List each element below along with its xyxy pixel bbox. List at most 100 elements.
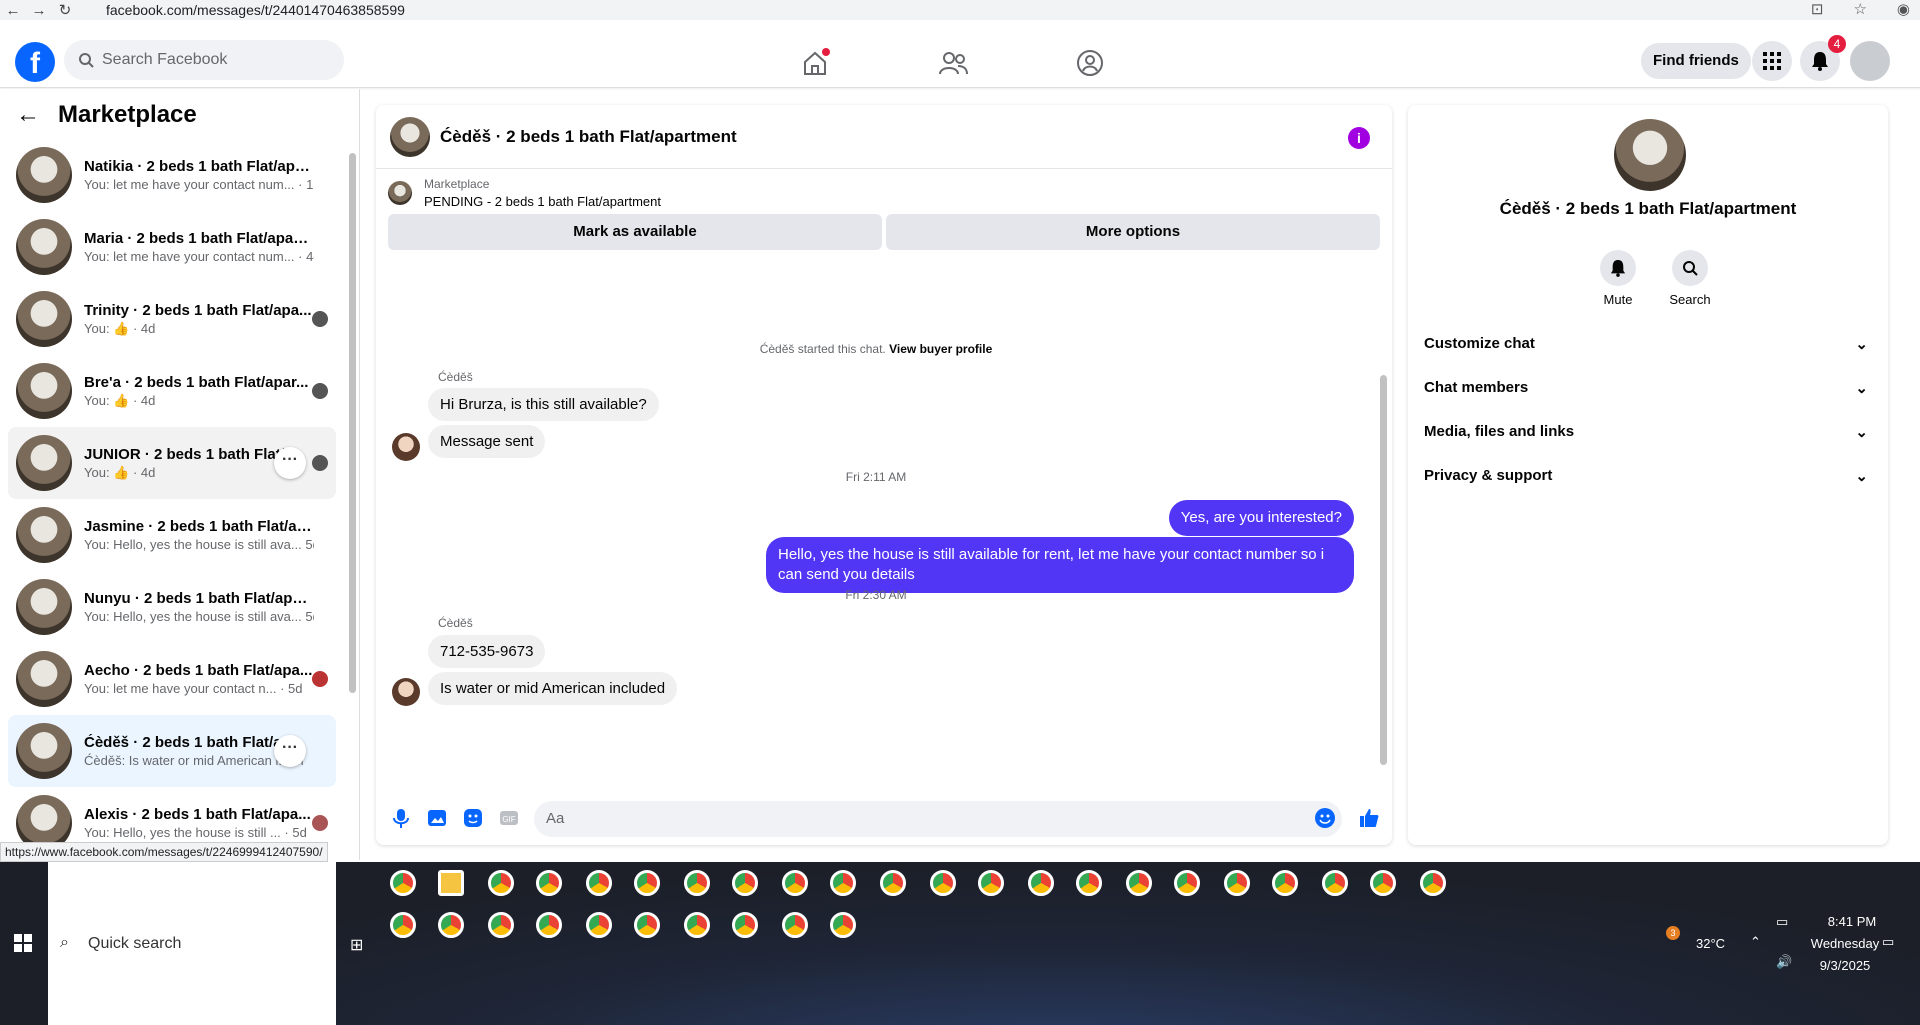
chrome-icon[interactable]: [830, 912, 856, 938]
chrome-icon[interactable]: [684, 870, 710, 896]
windows-start-icon[interactable]: [14, 934, 32, 952]
clock-day[interactable]: Wednesday: [1800, 936, 1890, 951]
groups-icon[interactable]: [1075, 48, 1105, 78]
chrome-icon[interactable]: [536, 912, 562, 938]
menu-grid-icon[interactable]: [1752, 41, 1792, 81]
back-arrow-icon[interactable]: ←: [16, 101, 40, 129]
chat-members-section[interactable]: Chat members ⌄: [1424, 379, 1868, 397]
chrome-icon[interactable]: [634, 912, 660, 938]
chrome-icon[interactable]: [1420, 870, 1446, 896]
temperature[interactable]: 32°C: [1696, 936, 1725, 951]
friends-icon[interactable]: [938, 48, 968, 78]
conversation-item[interactable]: Natikia · 2 beds 1 bath Flat/apar... You:…: [8, 139, 336, 211]
gif-icon[interactable]: GIF: [498, 807, 520, 829]
chrome-icon[interactable]: [488, 912, 514, 938]
chrome-icon[interactable]: [1174, 870, 1200, 896]
chrome-icon[interactable]: [536, 870, 562, 896]
sidebar-scrollbar[interactable]: [349, 153, 356, 693]
chrome-icon[interactable]: [732, 870, 758, 896]
notification-center-icon[interactable]: ▭: [1882, 934, 1894, 950]
customize-chat-section[interactable]: Customize chat ⌄: [1424, 335, 1868, 353]
profile-icon[interactable]: ◉: [1897, 0, 1910, 18]
account-avatar[interactable]: [1850, 41, 1890, 81]
chrome-icon[interactable]: [782, 912, 808, 938]
conversation-item[interactable]: Aecho · 2 beds 1 bath Flat/apa... You: le…: [8, 643, 336, 715]
home-icon[interactable]: [800, 48, 830, 78]
chat-header: Ćèděš · 2 beds 1 bath Flat/apartment i: [376, 105, 1392, 169]
sender-avatar[interactable]: [392, 433, 420, 461]
emoji-icon[interactable]: [1314, 807, 1336, 829]
chat-scrollbar[interactable]: [1380, 375, 1387, 765]
reload-icon[interactable]: ↻: [52, 1, 78, 19]
more-options-icon[interactable]: ···: [274, 447, 306, 479]
chrome-icon[interactable]: [1272, 870, 1298, 896]
chrome-icon[interactable]: [1126, 870, 1152, 896]
chat-title[interactable]: Ćèděš · 2 beds 1 bath Flat/apartment: [440, 127, 737, 147]
message-input[interactable]: Aa: [534, 801, 1342, 837]
chrome-icon[interactable]: [978, 870, 1004, 896]
media-files-links-section[interactable]: Media, files and links ⌄: [1424, 423, 1868, 441]
forward-icon[interactable]: →: [26, 2, 52, 19]
clock-time[interactable]: 8:41 PM: [1812, 914, 1892, 929]
conversation-item[interactable]: JUNIOR · 2 beds 1 bath Flat/a... You: 👍 ·…: [8, 427, 336, 499]
mark-available-button[interactable]: Mark as available: [388, 214, 882, 250]
chrome-icon[interactable]: [586, 870, 612, 896]
network-icon[interactable]: ▭: [1776, 914, 1788, 930]
sender-avatar[interactable]: [392, 678, 420, 706]
mute-button[interactable]: Mute: [1588, 250, 1648, 307]
chrome-icon[interactable]: [830, 870, 856, 896]
chrome-icon[interactable]: [1224, 870, 1250, 896]
notifications-button[interactable]: 4: [1800, 35, 1846, 81]
chrome-icon[interactable]: [488, 870, 514, 896]
conversation-item[interactable]: Maria · 2 beds 1 bath Flat/apart... You: …: [8, 211, 336, 283]
chrome-icon[interactable]: [1370, 870, 1396, 896]
info-icon[interactable]: i: [1348, 127, 1370, 149]
conversation-preview: You: Hello, yes the house is still ava..…: [84, 609, 314, 624]
conversation-item[interactable]: Jasmine · 2 beds 1 bath Flat/apa... You: …: [8, 499, 336, 571]
find-friends-button[interactable]: Find friends: [1641, 43, 1751, 79]
more-options-icon[interactable]: ···: [274, 735, 306, 767]
volume-icon[interactable]: 🔊: [1776, 954, 1792, 970]
chrome-icon[interactable]: [782, 870, 808, 896]
facebook-logo[interactable]: f: [15, 42, 55, 82]
chrome-icon[interactable]: [634, 870, 660, 896]
search-input[interactable]: Search Facebook: [64, 40, 344, 80]
view-buyer-profile-link[interactable]: View buyer profile: [889, 342, 992, 356]
task-view-icon[interactable]: ⊞: [350, 935, 363, 955]
chrome-icon[interactable]: [1076, 870, 1102, 896]
clock-date[interactable]: 9/3/2025: [1800, 958, 1890, 973]
listing-thumbnail: [16, 147, 72, 203]
install-icon[interactable]: ⊡: [1811, 0, 1824, 18]
photo-icon[interactable]: [426, 807, 448, 829]
address-bar[interactable]: facebook.com/messages/t/2440147046385859…: [106, 2, 405, 18]
conversation-item-active[interactable]: Ćèděš · 2 beds 1 bath Flat/ap... Ćèděš: I…: [8, 715, 336, 787]
chrome-icon[interactable]: [732, 912, 758, 938]
chat-listing-thumbnail[interactable]: [390, 116, 430, 157]
privacy-support-section[interactable]: Privacy & support ⌄: [1424, 467, 1868, 485]
chrome-icon[interactable]: [930, 870, 956, 896]
thumbs-up-icon[interactable]: [1358, 807, 1380, 829]
more-options-button[interactable]: More options: [886, 214, 1380, 250]
chrome-icon[interactable]: [390, 870, 416, 896]
file-explorer-icon[interactable]: [438, 870, 464, 896]
conversation-name: Maria · 2 beds 1 bath Flat/apart...: [84, 230, 314, 247]
sticker-icon[interactable]: [462, 807, 484, 829]
chrome-icon[interactable]: [586, 912, 612, 938]
conversation-item[interactable]: Trinity · 2 beds 1 bath Flat/apa... You: …: [8, 283, 336, 355]
chrome-icon[interactable]: [1028, 870, 1054, 896]
microphone-icon[interactable]: [390, 807, 412, 829]
listing-thumbnail: [16, 507, 72, 563]
conversation-item[interactable]: Bre'a · 2 beds 1 bath Flat/apar... You: 👍…: [8, 355, 336, 427]
bookmark-star-icon[interactable]: ☆: [1853, 0, 1866, 18]
chrome-icon[interactable]: [880, 870, 906, 896]
chrome-icon[interactable]: [684, 912, 710, 938]
chrome-icon[interactable]: [390, 912, 416, 938]
conversation-name: Trinity · 2 beds 1 bath Flat/apa...: [84, 301, 312, 319]
search-conversation-button[interactable]: Search: [1660, 250, 1720, 307]
chrome-icon[interactable]: [438, 912, 464, 938]
conversation-item[interactable]: Nunyu · 2 beds 1 bath Flat/apart... You: …: [8, 571, 336, 643]
chevron-up-icon[interactable]: ⌃: [1750, 934, 1761, 950]
chrome-icon[interactable]: [1322, 870, 1348, 896]
back-icon[interactable]: ←: [0, 2, 26, 19]
quick-search-box[interactable]: ⌕ Quick search: [48, 862, 336, 1025]
